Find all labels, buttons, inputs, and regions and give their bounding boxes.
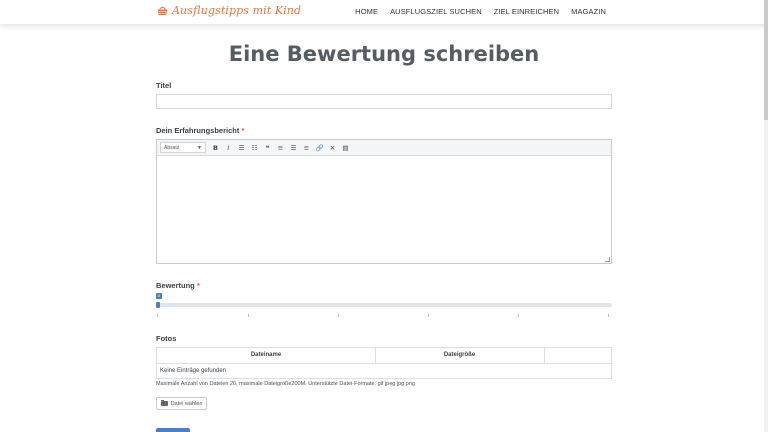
column-header-actions — [544, 348, 611, 363]
upload-limits-text: Maximale Anzahl von Dateien 20, maximale… — [156, 381, 415, 387]
slider-tick — [157, 314, 158, 317]
nav-ziel-einreichen[interactable]: ZIEL EINREICHEN — [494, 7, 559, 16]
editor-toolbar: Absatz ▼ B I ☰ ☷ ❝ ≡ ☰ ≡ 🔗 ✕ ▤ — [157, 140, 611, 156]
site-logo[interactable]: Ausflugstipps mit Kind — [156, 4, 301, 17]
files-table: Dateiname Dateigröße Keine Einträge gefu… — [156, 347, 612, 379]
slider-tick — [518, 314, 519, 317]
align-center-icon[interactable]: ☰ — [288, 142, 299, 153]
table-empty-row: Keine Einträge gefunden — [160, 368, 227, 374]
title-label: Titel — [156, 81, 172, 90]
slider-tick — [248, 314, 249, 317]
align-left-icon[interactable]: ≡ — [275, 142, 286, 153]
resize-handle-icon[interactable] — [605, 257, 610, 262]
numbered-list-icon[interactable]: ☷ — [249, 142, 260, 153]
table-header-row: Dateiname Dateigröße — [157, 348, 611, 364]
photos-label: Fotos — [156, 334, 177, 343]
title-input[interactable] — [156, 94, 612, 109]
slider-tick — [338, 314, 339, 317]
italic-button[interactable]: I — [223, 142, 234, 153]
rating-slider-track[interactable] — [156, 303, 612, 307]
page-title: Eine Bewertung schreiben — [228, 42, 540, 66]
rating-slider-thumb[interactable] — [156, 302, 160, 308]
bullet-list-icon[interactable]: ☰ — [236, 142, 247, 153]
align-right-icon[interactable]: ≡ — [301, 142, 312, 153]
report-label: Dein Erfahrungsbericht * — [156, 126, 245, 135]
submit-button[interactable] — [156, 428, 190, 432]
nav-magazin[interactable]: MAGAZIN — [571, 7, 606, 16]
rating-value: 0 — [157, 293, 161, 298]
editor-content-area[interactable] — [157, 156, 611, 263]
choose-file-button[interactable]: Datei wählen — [156, 397, 207, 410]
column-header-filesize: Dateigröße — [443, 352, 476, 358]
slider-tick — [608, 314, 609, 317]
picnic-basket-icon — [157, 6, 168, 16]
toolbar-toggle-icon[interactable]: ▤ — [340, 142, 351, 153]
choose-file-label: Datei wählen — [170, 400, 203, 407]
blockquote-icon[interactable]: ❝ — [262, 142, 273, 153]
rating-label: Bewertung * — [156, 281, 200, 290]
required-mark: * — [241, 126, 245, 135]
nav-ausflugsziel-suchen[interactable]: AUSFLUGSZIEL SUCHEN — [390, 7, 482, 16]
column-header-filename: Dateiname — [250, 352, 282, 358]
slider-tick — [428, 314, 429, 317]
bold-button[interactable]: B — [210, 142, 221, 153]
format-select[interactable]: Absatz ▼ — [160, 142, 206, 153]
nav-home[interactable]: HOME — [355, 7, 378, 16]
link-icon[interactable]: 🔗 — [314, 142, 325, 153]
logo-text: Ausflugstipps mit Kind — [172, 4, 302, 17]
folder-icon — [160, 400, 168, 406]
rich-text-editor: Absatz ▼ B I ☰ ☷ ❝ ≡ ☰ ≡ 🔗 ✕ ▤ — [156, 139, 612, 264]
site-header: Ausflugstipps mit Kind HOME AUSFLUGSZIEL… — [0, 0, 768, 24]
main-nav: HOME AUSFLUGSZIEL SUCHEN ZIEL EINREICHEN… — [355, 7, 606, 16]
fullscreen-icon[interactable]: ✕ — [327, 142, 338, 153]
